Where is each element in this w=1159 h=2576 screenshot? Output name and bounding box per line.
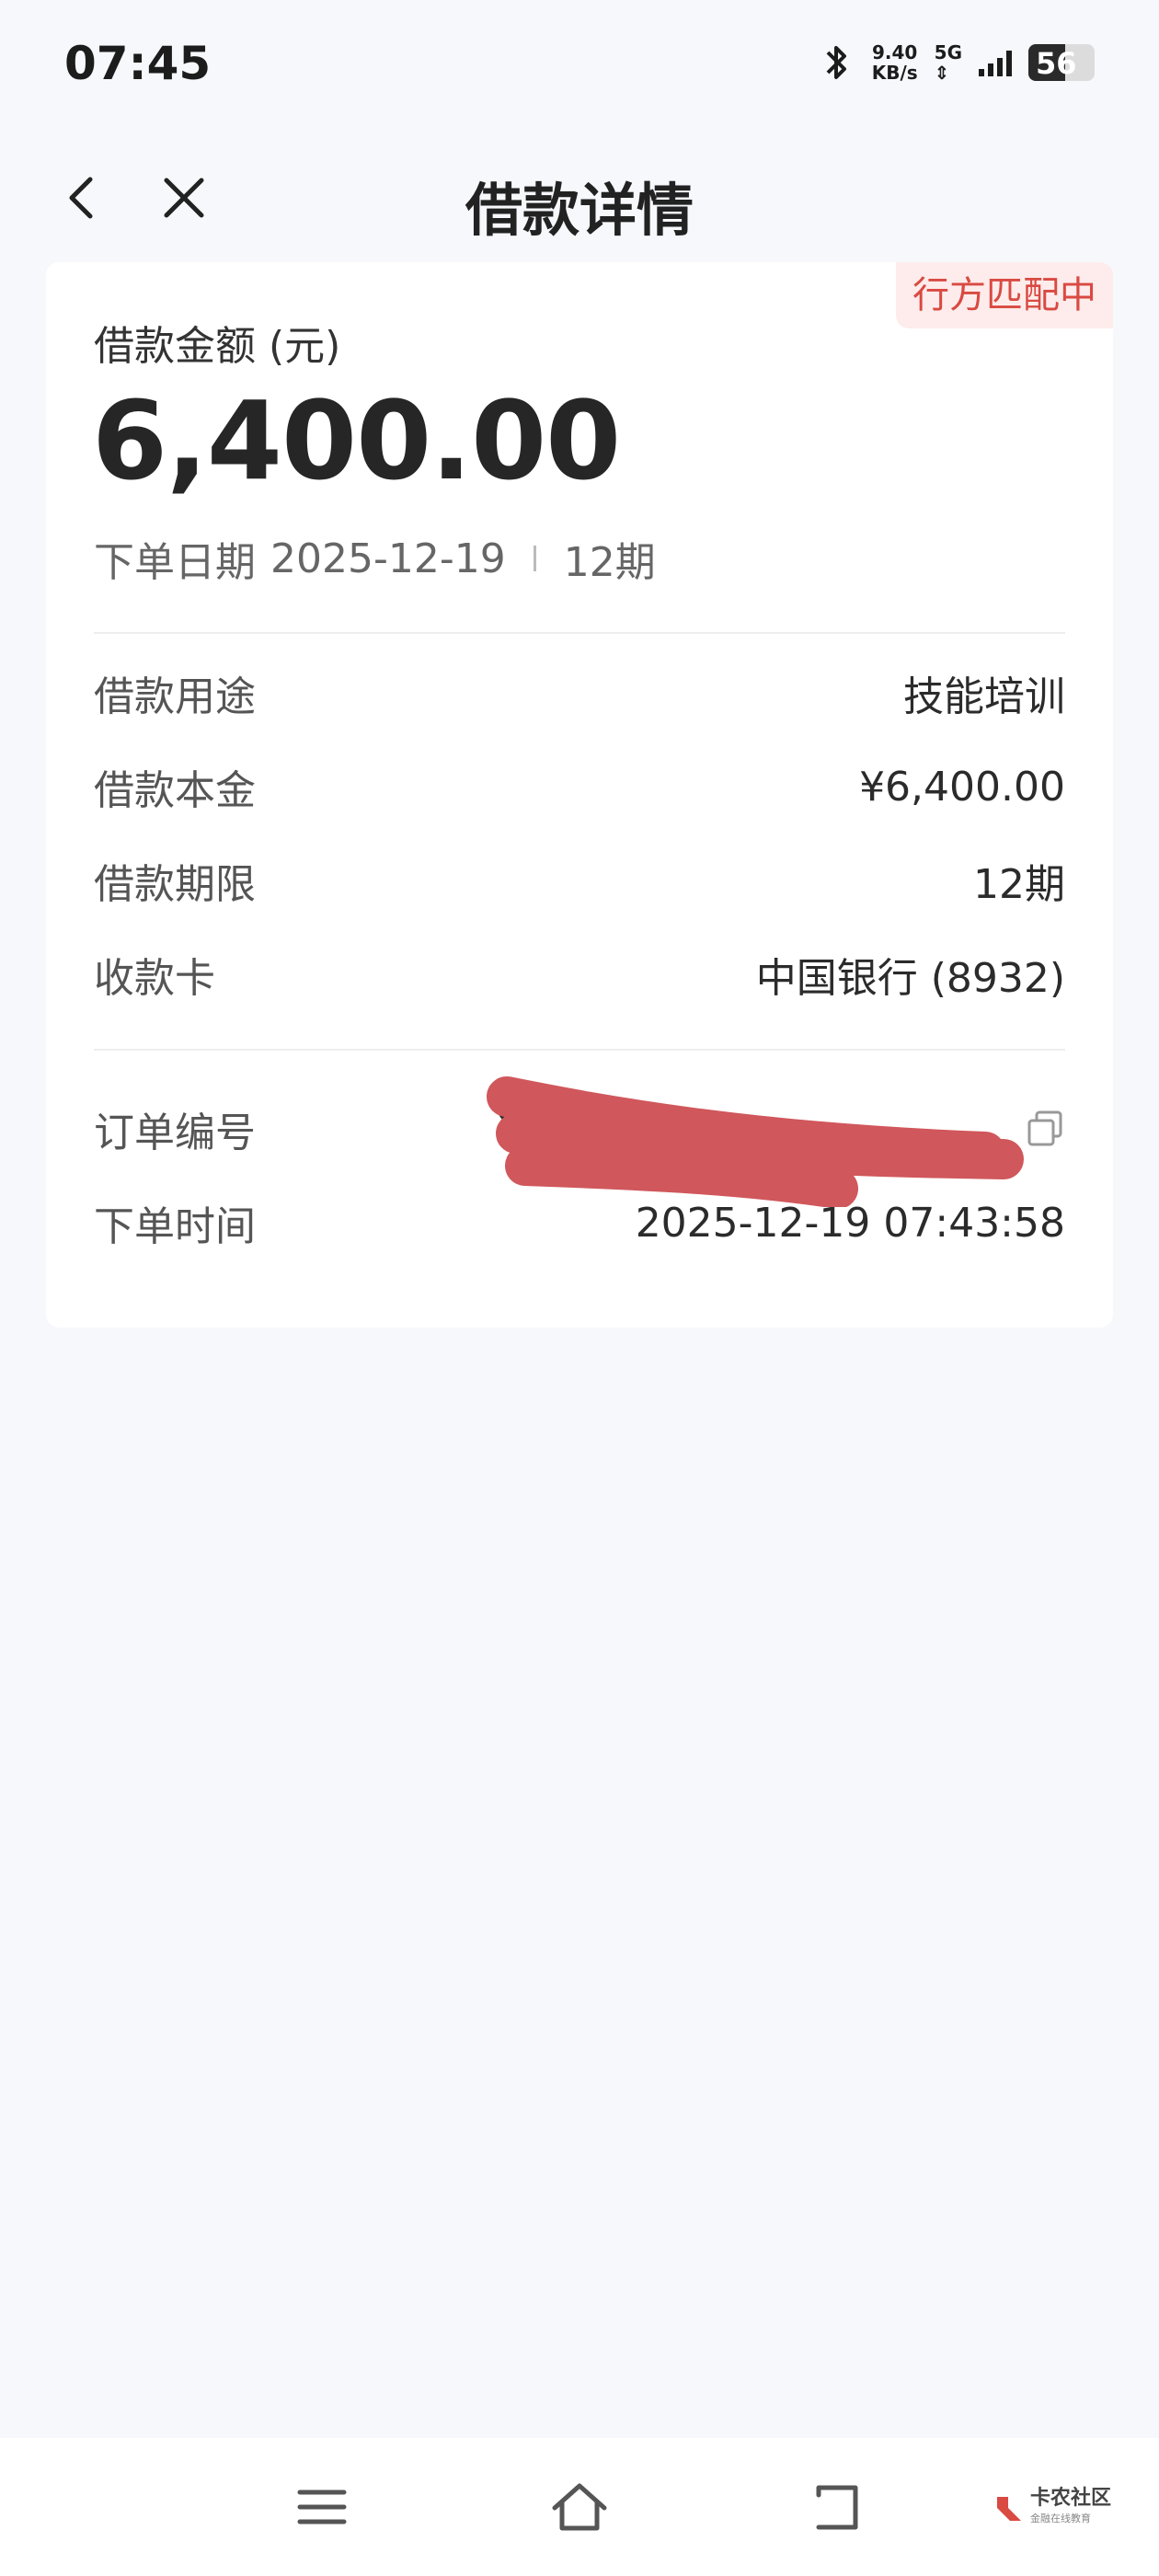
row-value: 12期 [973,861,1065,908]
status-time: 07:45 [64,37,212,90]
row-value: 中国银行 (8932) [755,955,1065,1002]
status-icons: 9.40 KB/s 5G ⇕ 56 [819,35,1095,90]
detail-row-card: 收款卡 中国银行 (8932) [94,947,1065,1002]
system-nav-bar: 卡农社区 金融在线教育 [0,2438,1159,2576]
order-date-label: 下单日期 [94,539,256,586]
watermark-icon [997,2497,1021,2521]
back-icon[interactable] [809,2477,865,2536]
order-number-wrap: Y11 [487,1075,1065,1207]
term-short: 12期 [563,539,656,586]
top-navbar: 借款详情 [0,138,1159,258]
network-type: 5G ⇕ [934,41,962,84]
row-label: 借款本金 [94,767,256,814]
row-label: 收款卡 [94,955,215,1002]
order-date: 2025-12-19 [270,535,506,582]
network-speed: 9.40 KB/s [871,41,918,84]
bluetooth-icon [826,46,846,79]
divider [94,632,1065,634]
battery-icon: 56 [1028,44,1095,81]
page-title: 借款详情 [465,177,694,244]
signal-icon [979,49,1012,76]
redaction-scribble [487,1075,1025,1207]
row-label: 借款期限 [94,861,256,908]
separator [533,546,536,571]
status-badge: 行方匹配中 [896,262,1113,328]
row-label: 下单时间 [94,1203,256,1250]
watermark-logo: 卡农社区 金融在线教育 [993,2489,1111,2529]
detail-row-order-number: 订单编号 Y11 [94,1075,1065,1207]
menu-icon[interactable] [294,2479,350,2535]
loan-detail-card: 行方匹配中 借款金额 (元) 6,400.00 下单日期 2025-12-19 … [46,262,1113,1328]
home-icon[interactable] [547,2475,612,2539]
order-time: 2025-12-19 07:43:58 [635,1199,1065,1247]
detail-row-order-time: 下单时间 2025-12-19 07:43:58 [94,1195,1065,1251]
row-value: 技能培训 [903,673,1065,720]
status-bar: 07:45 9.40 KB/s 5G ⇕ 56 [0,0,1159,129]
row-value: ¥6,400.00 [859,763,1065,811]
order-date-info: 下单日期 2025-12-19 12期 [94,529,656,588]
row-label: 借款用途 [94,673,256,720]
detail-row-principal: 借款本金 ¥6,400.00 [94,759,1065,815]
detail-row-term: 借款期限 12期 [94,853,1065,908]
detail-row-purpose: 借款用途 技能培训 [94,665,1065,720]
amount-label: 借款金额 (元) [94,323,341,370]
amount-value: 6,400.00 [92,377,621,504]
row-label: 订单编号 [94,1110,256,1156]
